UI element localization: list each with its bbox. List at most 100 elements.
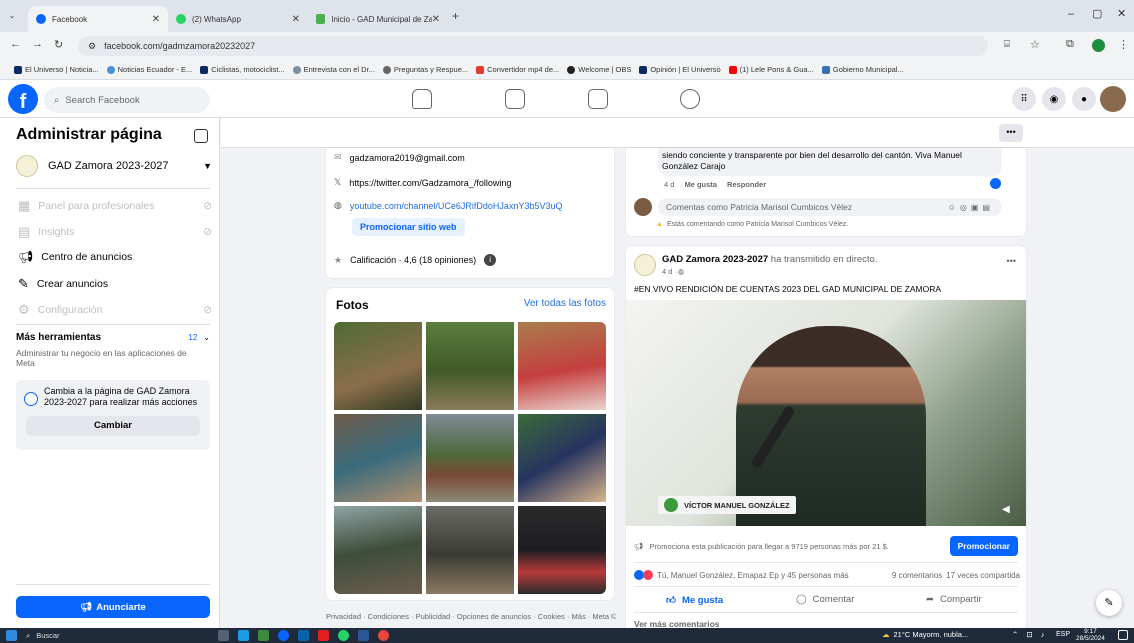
profile-icon[interactable] [1092,39,1105,52]
restore-icon[interactable]: ▢ [1092,7,1102,20]
close-tab-icon[interactable]: ✕ [432,14,440,25]
comment-input[interactable]: Comentas como Patricia Marisol Cumbicos … [658,198,1002,216]
sidebar-item-ad-center[interactable]: 📢︎ Centro de anuncios [18,250,132,264]
photo-thumbnail[interactable] [426,414,514,502]
post-author-avatar[interactable] [634,254,656,276]
forward-icon[interactable]: → [32,38,43,50]
back-icon[interactable]: ← [10,38,21,50]
post-time[interactable]: 4 d [662,267,672,276]
bookmark-item[interactable]: Gobierno Municipal... [821,65,904,74]
like-button[interactable]: 👍︎ Me gusta [666,594,723,607]
more-tools-toggle[interactable]: Más herramientas 12 ⌄ [16,332,210,343]
account-avatar[interactable] [1100,86,1126,112]
youtube-link[interactable]: youtube.com/channel/UCe6JRifDdoHJaxnY3b5… [350,201,563,211]
see-all-photos-link[interactable]: Ver todas las fotos [524,298,606,309]
footer-links[interactable]: Privacidad · Condiciones · Publicidad · … [326,612,616,621]
sidebar-item-settings[interactable]: ⚙ Configuración ⊘ [18,302,212,318]
tab-whatsapp[interactable]: (2) WhatsApp ✕ [168,6,308,32]
new-tab-icon[interactable]: + [452,9,459,23]
youtube-taskbar-icon[interactable] [318,630,329,641]
photo-thumbnail[interactable] [518,506,606,594]
site-info-icon[interactable]: ⚙ [88,41,96,52]
photo-thumbnail[interactable] [334,322,422,410]
system-tray-icons[interactable]: ⌃ ⊡ ♪ [1012,630,1048,639]
bookmark-star-icon[interactable]: ☆ [1030,38,1040,51]
sidebar-item-panel[interactable]: ▦ Panel para profesionales ⊘ [18,198,212,214]
chrome-taskbar-icon[interactable] [378,630,389,641]
url-field[interactable]: ⚙ facebook.com/gadmzamora20232027 [78,36,988,56]
translate-icon[interactable]: ⌸ [1004,39,1010,50]
bookmark-item[interactable]: Entrevista con el Dr... [292,65,375,74]
shares-count[interactable]: 17 veces compartida [946,571,1020,580]
tab-facebook[interactable]: Facebook ✕ [28,6,168,32]
close-tab-icon[interactable]: ✕ [292,14,300,25]
twitter-link[interactable]: https://twitter.com/Gadzamora_/following [349,178,511,188]
bookmark-item[interactable]: Convertidor mp4 de... [476,65,559,74]
task-view-icon[interactable] [218,630,229,641]
video-nav-icon[interactable] [505,89,525,109]
whatsapp-taskbar-icon[interactable] [338,630,349,641]
facebook-taskbar-icon[interactable] [278,630,289,641]
photo-thumbnail[interactable] [334,414,422,502]
reaction-summary[interactable]: Tú, Manuel González, Emapaz Ep y 45 pers… [657,571,849,580]
minimize-icon[interactable]: – [1068,8,1074,20]
comment-tools-icons[interactable]: ☺◎▣▤ [948,203,994,212]
live-video[interactable]: VÍCTOR MANUEL GONZÁLEZ ◀︎ [626,300,1026,526]
bookmark-item[interactable]: El Universo | Noticia... [14,65,99,74]
bookmark-item[interactable]: (1) Lele Pons & Gua... [728,65,814,74]
close-window-icon[interactable]: ✕ [1117,7,1126,20]
tab-gad-municipal[interactable]: Inicio - GAD Municipal de Zam ✕ [308,6,448,32]
promote-button[interactable]: Promocionar [949,536,1018,556]
search-input[interactable]: ⌕ Search Facebook [44,87,210,113]
reload-icon[interactable]: ↻ [54,38,63,51]
page-switcher[interactable]: GAD Zamora 2023-2027 ▼ [16,154,212,178]
promote-website-button[interactable]: Promocionar sitio web [352,218,465,236]
photo-thumbnail[interactable] [426,322,514,410]
photo-thumbnail[interactable] [518,322,606,410]
tab-search-icon[interactable]: ⌄ [6,9,18,21]
comment-button[interactable]: ◯ Comentar [796,594,854,605]
extensions-icon[interactable]: ⧉ [1066,38,1074,51]
comment-reply-link[interactable]: Responder [727,180,766,189]
windows-start-icon[interactable] [6,630,17,641]
word-taskbar-icon[interactable] [358,630,369,641]
facebook-logo-icon[interactable]: f [8,84,38,114]
notifications-bell-icon[interactable]: ● [1072,87,1096,111]
gaming-nav-icon[interactable] [680,89,700,109]
app-icon[interactable] [258,630,269,641]
switch-button[interactable]: Cambiar [26,416,200,436]
browser-menu-icon[interactable]: ⋮ [1118,38,1129,51]
photo-thumbnail[interactable] [518,414,606,502]
language-indicator[interactable]: ESP [1056,631,1070,638]
post-options-icon[interactable]: ••• [1007,256,1016,266]
weather-widget[interactable]: ☁ 21°C Mayorm. nubla... [882,630,968,639]
taskbar-search[interactable]: ⌕ Buscar [26,629,196,642]
clock[interactable]: 9:17 28/5/2024 [1076,628,1105,642]
notification-center-icon[interactable] [1118,630,1128,640]
photo-thumbnail[interactable] [334,506,422,594]
bookmark-item[interactable]: Ciclistas, motociclist... [200,65,285,74]
sidebar-item-create-ads[interactable]: ✎ Crear anuncios [18,276,108,292]
share-button[interactable]: ➦ Compartir [926,594,982,605]
close-tab-icon[interactable]: ✕ [152,14,160,25]
sidebar-item-insights[interactable]: ▤ Insights ⊘ [18,224,212,240]
menu-grid-icon[interactable]: ⠿ [1012,87,1036,111]
bookmark-item[interactable]: Noticias Ecuador - E... [106,65,192,74]
photo-thumbnail[interactable] [426,506,514,594]
advertise-button[interactable]: 📢︎ Anunciarte [16,596,210,618]
new-message-button[interactable]: ✎ [1096,590,1122,616]
mute-icon[interactable]: ◀︎ [1002,504,1010,515]
mail-taskbar-icon[interactable] [298,630,309,641]
collapse-sidebar-icon[interactable] [194,129,208,143]
comments-count[interactable]: 9 comentarios [892,571,942,580]
bookmark-item[interactable]: Opinión | El Universo [639,65,721,74]
home-nav-icon[interactable] [412,89,432,109]
bookmark-item[interactable]: Welcome | OBS [567,65,631,74]
info-icon[interactable]: i [484,254,497,266]
messenger-icon[interactable]: ◉ [1042,87,1066,111]
email-text[interactable]: gadzamora2019@gmail.com [350,153,465,163]
post-author[interactable]: GAD Zamora 2023-2027 [662,254,768,265]
app-icon[interactable] [238,630,249,641]
more-options-button[interactable]: ••• [999,124,1023,142]
bookmark-item[interactable]: Preguntas y Respue... [382,65,468,74]
